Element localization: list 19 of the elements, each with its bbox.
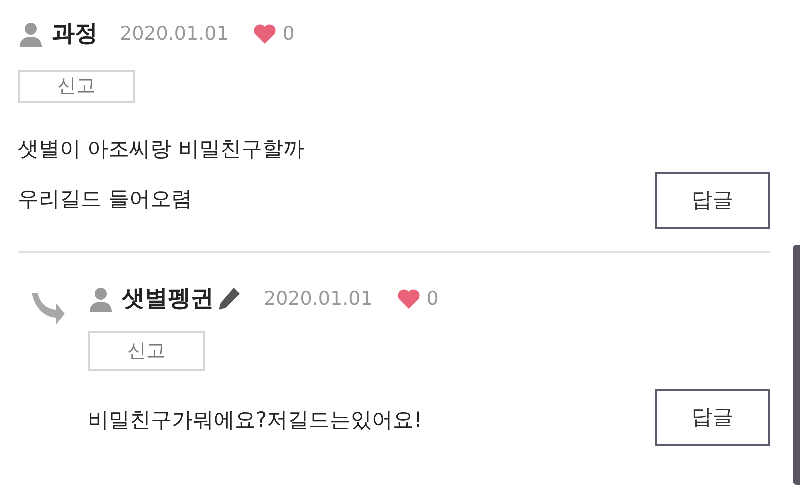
reply-button[interactable]: 답글 (655, 172, 770, 229)
author-name: 샛별펭귄 (122, 284, 214, 314)
like-count: 0 (426, 286, 439, 312)
user-icon (88, 286, 114, 312)
comment-text: 우리길드 들어오렴 (18, 186, 194, 213)
heart-icon[interactable] (252, 23, 277, 45)
comment-date: 2020.01.01 (264, 286, 373, 312)
pencil-icon[interactable] (216, 286, 242, 312)
scrollbar[interactable] (793, 245, 800, 485)
heart-icon[interactable] (396, 288, 421, 310)
comment-text: 샛별이 아조씨랑 비밀친구할까 (18, 136, 304, 163)
like-count: 0 (282, 22, 295, 47)
comment-date: 2020.01.01 (120, 22, 229, 47)
user-icon (18, 21, 44, 47)
reply-button[interactable]: 답글 (655, 389, 770, 446)
comment-text: 비밀친구가뭐에요?저길드는있어요! (88, 407, 423, 434)
report-button[interactable]: 신고 (18, 70, 135, 103)
report-button[interactable]: 신고 (88, 331, 205, 371)
author-name: 과정 (52, 20, 98, 49)
